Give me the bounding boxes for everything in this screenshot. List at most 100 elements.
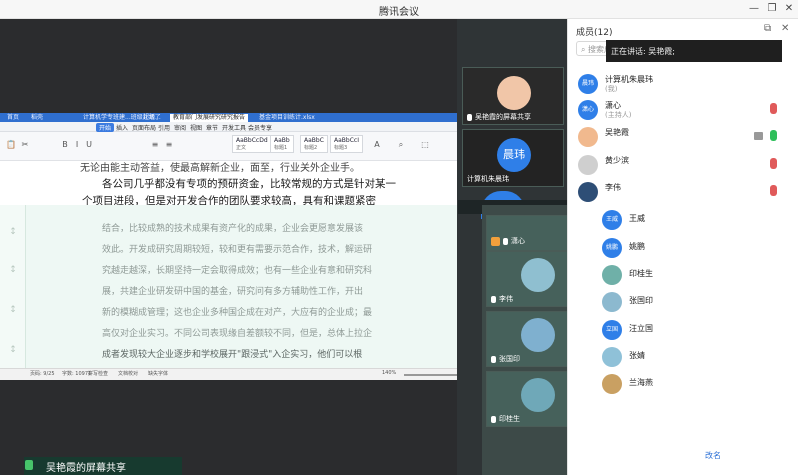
member-row[interactable]: 印桂生 bbox=[592, 262, 798, 288]
mic-on-icon[interactable] bbox=[770, 130, 777, 141]
align-center-icon[interactable]: ≡ bbox=[164, 140, 174, 150]
document-ribbon: 📋 ✂ B I U ≡ ≡ AaBbCcDd 正文 AaBb 标题1 AaBbC 标题… bbox=[0, 132, 457, 161]
member-row[interactable]: 潇心 潇心 (主持人) bbox=[568, 97, 798, 123]
style-heading1[interactable]: AaBb 标题1 bbox=[270, 135, 294, 153]
find-replace-icon[interactable]: ⌕ bbox=[396, 140, 406, 150]
doc-tab[interactable]: 超级... bbox=[140, 114, 164, 122]
member-name: 王威 bbox=[629, 214, 645, 223]
doc-line: 无论由能主动答益，使最高解新企业，面至，行业关外企业手。 bbox=[80, 163, 360, 174]
member-name: 兰海燕 bbox=[629, 378, 653, 387]
doc-line: 展，共建企业研发研中国的基金，研究问有多方辅助性工作，开出 bbox=[102, 287, 364, 297]
avatar: 晨玮 bbox=[578, 74, 598, 94]
menu-developer[interactable]: 开发工具 bbox=[222, 123, 246, 132]
restore-button[interactable]: ❐ bbox=[764, 2, 780, 16]
panel-popout-icon[interactable]: ⧉ bbox=[764, 23, 771, 34]
document-menu-bar: 开始 插入 页面布局 引用 审阅 视图 章节 开发工具 会员专享 bbox=[0, 122, 457, 132]
document-page-top: 无论由能主动答益，使最高解新企业，面至，行业关外企业手。 各公司几乎都没有专项的… bbox=[30, 161, 440, 205]
avatar bbox=[521, 258, 555, 292]
align-left-icon[interactable]: ≡ bbox=[150, 140, 160, 150]
title-bar: 腾讯会议 — ❐ ✕ bbox=[0, 0, 798, 19]
tile-name: 潇心 bbox=[511, 237, 525, 245]
video-tile[interactable]: 晨玮 计算机朱晨玮 bbox=[462, 129, 564, 187]
tile-name: 张国印 bbox=[499, 355, 520, 363]
member-name: 汪立国 bbox=[629, 324, 653, 333]
avatar-small bbox=[491, 236, 500, 246]
menu-member[interactable]: 会员专享 bbox=[248, 123, 272, 132]
style-normal[interactable]: AaBbCcDd 正文 bbox=[232, 135, 272, 153]
doc-line: 究越走越深，长期坚持一定会取得成效；也有一些企业有意和研究科 bbox=[102, 266, 373, 276]
avatar bbox=[521, 378, 555, 412]
member-row[interactable]: 姚鹏 姚鹏 bbox=[592, 235, 798, 261]
menu-start[interactable]: 开始 bbox=[96, 123, 115, 132]
cut-icon[interactable]: ✂ bbox=[20, 140, 30, 150]
document-tab-bar: 首页 稻壳 计算机学专班建...班级计划了 超级... 教育部门发展研究研究报告… bbox=[0, 113, 457, 122]
shared-document-shifted: ↕ ↕ ↕ ↕ 结合，比较成熟的技术成果有资产化的成果，企业会更愿意发展该 效此… bbox=[0, 205, 482, 368]
style-heading2[interactable]: AaBbC 标题2 bbox=[300, 135, 328, 153]
avatar: 王威 bbox=[602, 210, 622, 230]
avatar bbox=[578, 127, 598, 147]
avatar bbox=[497, 76, 531, 110]
doc-tab[interactable]: 稻壳 bbox=[28, 114, 46, 122]
doc-tab[interactable]: 基金项目训练计.xlsx bbox=[256, 114, 318, 122]
close-button[interactable]: ✕ bbox=[781, 2, 797, 16]
member-row[interactable]: 兰海燕 bbox=[592, 371, 798, 397]
mic-muted-icon[interactable] bbox=[770, 185, 777, 196]
rename-link[interactable]: 改名 bbox=[705, 450, 721, 461]
paste-icon[interactable]: 📋 bbox=[6, 140, 16, 150]
page-count: 页码: 9/25 bbox=[30, 371, 55, 377]
zoom-slider[interactable] bbox=[404, 374, 464, 376]
menu-reference[interactable]: 引用 bbox=[158, 123, 170, 132]
mic-muted-icon[interactable] bbox=[770, 158, 777, 169]
document-page-bottom: 结合，比较成熟的技术成果有资产化的成果，企业会更愿意发展该 效此。开发成研究周期… bbox=[26, 205, 482, 368]
doc-line: 高仅对企业实习。不同公司表现缘自差额较不同，但是，总体上拉企 bbox=[102, 329, 373, 339]
bold-icon[interactable]: B bbox=[60, 140, 70, 150]
style-heading3[interactable]: AaBbCcI 标题3 bbox=[330, 135, 363, 153]
gutter-mark: ↕ bbox=[9, 265, 17, 275]
avatar bbox=[602, 292, 622, 312]
app-title: 腾讯会议 bbox=[379, 7, 419, 18]
doc-tab-active[interactable]: 教育部门发展研究研究报告 bbox=[170, 114, 249, 122]
tile-name: 李伟 bbox=[499, 295, 513, 303]
menu-view[interactable]: 视图 bbox=[190, 123, 202, 132]
avatar: 姚鹏 bbox=[602, 238, 622, 258]
member-row[interactable]: 立国 汪立国 bbox=[592, 317, 798, 343]
italic-icon[interactable]: I bbox=[72, 140, 82, 150]
spell-check[interactable]: 拼写检查 bbox=[88, 370, 108, 377]
member-row[interactable]: 张婧 bbox=[592, 344, 798, 370]
member-row[interactable]: 黄少滨 bbox=[568, 152, 798, 178]
member-role: (主持人) bbox=[605, 111, 632, 119]
gutter-mark: ↕ bbox=[9, 305, 17, 315]
member-row[interactable]: 张国印 bbox=[592, 289, 798, 315]
share-label: 吴艳霞的屏幕共享 bbox=[46, 463, 126, 474]
member-panel-lower: 王威 王威 姚鹏 姚鹏 印桂生 张国印 立国 汪立国 张婧 兰海燕 bbox=[592, 205, 798, 475]
mic-muted-icon[interactable] bbox=[770, 103, 777, 114]
menu-insert[interactable]: 插入 bbox=[116, 123, 128, 132]
document-status-bar: 页码: 9/25 字数: 10971 拼写检查 文档校对 缺失字体 140% bbox=[0, 368, 482, 380]
member-row[interactable]: 李伟 bbox=[568, 179, 798, 205]
member-role: (我) bbox=[605, 85, 618, 93]
underline-icon[interactable]: U bbox=[84, 140, 94, 150]
panel-close-icon[interactable]: ✕ bbox=[781, 23, 789, 34]
shared-document-window: 首页 稻壳 计算机学专班建...班级计划了 超级... 教育部门发展研究研究报告… bbox=[0, 113, 457, 205]
video-tile[interactable]: 吴艳霞的屏幕共享 bbox=[462, 67, 564, 125]
member-row[interactable]: 晨玮 计算机朱晨玮 (我) bbox=[568, 71, 798, 97]
mic-icon bbox=[503, 237, 508, 245]
select-icon[interactable]: ⬚ bbox=[420, 140, 430, 150]
menu-layout[interactable]: 页面布局 bbox=[132, 123, 156, 132]
avatar bbox=[521, 318, 555, 352]
menu-chapter[interactable]: 章节 bbox=[206, 123, 218, 132]
member-row[interactable]: 吴艳霞 bbox=[568, 124, 798, 150]
member-name: 张婧 bbox=[629, 351, 645, 360]
avatar: 潇心 bbox=[578, 100, 598, 120]
text-tool-icon[interactable]: A bbox=[372, 140, 382, 150]
doc-tab[interactable]: 首页 bbox=[4, 114, 22, 122]
missing-font[interactable]: 缺失字体 bbox=[148, 370, 168, 377]
minimize-button[interactable]: — bbox=[746, 2, 762, 16]
avatar: 晨玮 bbox=[497, 138, 531, 172]
member-panel-title: 成员(12) bbox=[576, 28, 613, 38]
word-count: 字数: 10971 bbox=[62, 371, 92, 377]
member-row[interactable]: 王威 王威 bbox=[592, 207, 798, 233]
doc-proof[interactable]: 文档校对 bbox=[118, 370, 138, 377]
screen-share-icon bbox=[754, 132, 763, 140]
menu-review[interactable]: 审阅 bbox=[174, 123, 186, 132]
